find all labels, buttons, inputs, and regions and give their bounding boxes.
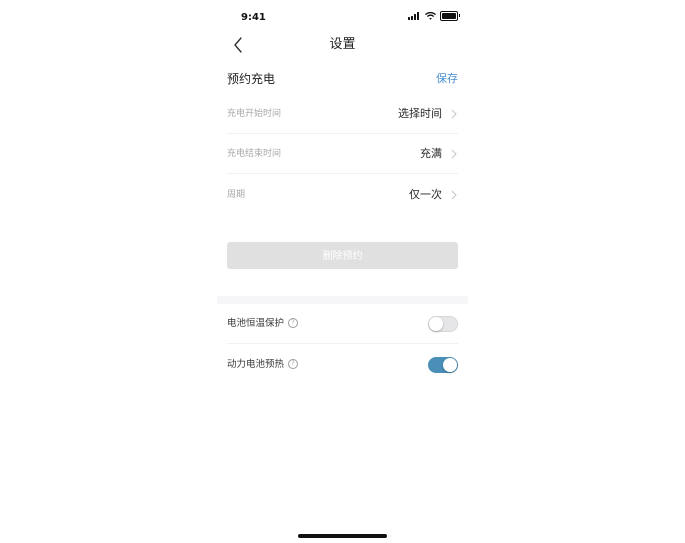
start-time-row[interactable]: 充电开始时间 选择时间	[227, 94, 458, 134]
chevron-right-icon	[451, 190, 457, 200]
wifi-icon	[425, 12, 436, 20]
period-value: 仅一次	[409, 188, 442, 201]
signal-icon	[408, 12, 420, 20]
period-label: 周期	[227, 190, 246, 200]
period-row[interactable]: 周期 仅一次	[227, 175, 458, 215]
home-indicator	[298, 534, 387, 538]
start-time-label: 充电开始时间	[227, 109, 282, 119]
battery-thermal-toggle[interactable]	[428, 316, 458, 332]
page-title: 设置	[329, 37, 356, 52]
battery-preheat-toggle[interactable]	[428, 357, 458, 373]
delete-schedule-button[interactable]: 删除预约	[227, 242, 458, 269]
phone-screen: 9:41 设置 预约充电 保存 充电开始时间 选择时间 充电结束时间 充满 周期	[217, 0, 468, 543]
battery-thermal-row: 电池恒温保护?	[227, 304, 458, 344]
schedule-header: 预约充电 保存	[227, 70, 458, 88]
save-button[interactable]: 保存	[436, 70, 458, 88]
battery-preheat-label: 动力电池预热?	[227, 345, 299, 385]
chevron-right-icon	[451, 149, 457, 159]
battery-icon	[440, 11, 460, 21]
battery-thermal-label: 电池恒温保护?	[227, 304, 299, 344]
help-icon[interactable]: ?	[288, 358, 299, 369]
end-time-label: 充电结束时间	[227, 149, 282, 159]
battery-preheat-row: 动力电池预热?	[227, 345, 458, 385]
end-time-row[interactable]: 充电结束时间 充满	[227, 134, 458, 174]
schedule-title: 预约充电	[227, 72, 276, 86]
start-time-value: 选择时间	[398, 107, 442, 120]
status-time: 9:41	[241, 12, 266, 23]
status-icons	[408, 10, 460, 22]
section-divider	[217, 296, 468, 304]
help-icon[interactable]: ?	[288, 317, 299, 328]
end-time-value: 充满	[420, 147, 442, 160]
chevron-right-icon	[451, 109, 457, 119]
